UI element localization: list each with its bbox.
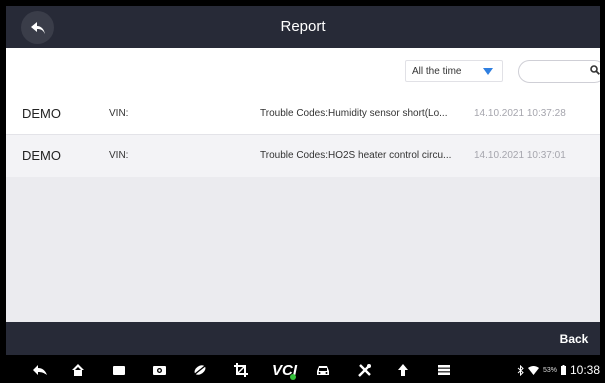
report-date: 14.10.2021 10:37:01	[474, 150, 566, 161]
filter-bar: All the time	[6, 48, 600, 93]
crop-icon[interactable]	[231, 360, 251, 380]
search-icon[interactable]	[590, 65, 600, 75]
battery-percent: 53%	[542, 366, 557, 374]
report-row[interactable]: DEMO VIN: Trouble Codes:Humidity sensor …	[6, 93, 600, 135]
report-name: DEMO	[22, 148, 61, 163]
header-bar: Report	[6, 6, 600, 48]
dropdown-arrow-icon	[483, 67, 493, 75]
system-nav-bar: VCI 53% 10:38	[0, 358, 605, 383]
app-window: Report All the time DEMO VIN: Trouble Co…	[6, 6, 600, 355]
time-period-value: All the time	[412, 65, 462, 77]
page-title: Report	[280, 18, 326, 35]
back-button[interactable]: Back	[548, 329, 600, 349]
search-input[interactable]	[518, 60, 600, 83]
report-vin: VIN:	[109, 108, 129, 119]
back-icon[interactable]	[30, 360, 50, 380]
report-row[interactable]: DEMO VIN: Trouble Codes:HO2S heater cont…	[6, 135, 600, 177]
menu-icon[interactable]	[434, 360, 454, 380]
footer-bar: Back	[6, 322, 600, 355]
status-area: 53% 10:38	[517, 363, 600, 377]
battery-icon	[560, 365, 566, 375]
camera-icon[interactable]	[149, 360, 169, 380]
recent-apps-icon[interactable]	[109, 360, 129, 380]
clock: 10:38	[569, 363, 600, 377]
browser-icon[interactable]	[190, 360, 210, 380]
report-date: 14.10.2021 10:37:28	[474, 108, 566, 119]
report-trouble-codes: Trouble Codes:HO2S heater control circu.…	[260, 150, 452, 161]
report-vin: VIN:	[109, 150, 129, 161]
bluetooth-icon	[517, 364, 524, 376]
header-back-button[interactable]	[21, 11, 54, 44]
device-frame: Report All the time DEMO VIN: Trouble Co…	[0, 0, 605, 383]
wifi-icon	[527, 365, 539, 375]
time-period-select[interactable]: All the time	[405, 60, 503, 82]
upload-icon[interactable]	[393, 360, 413, 380]
car-icon[interactable]	[313, 360, 333, 380]
tools-icon[interactable]	[354, 360, 374, 380]
report-trouble-codes: Trouble Codes:Humidity sensor short(Lo..…	[260, 108, 448, 119]
back-arrow-icon	[30, 21, 45, 34]
vci-status-dot	[290, 374, 296, 380]
report-name: DEMO	[22, 106, 61, 121]
home-icon[interactable]	[68, 360, 88, 380]
